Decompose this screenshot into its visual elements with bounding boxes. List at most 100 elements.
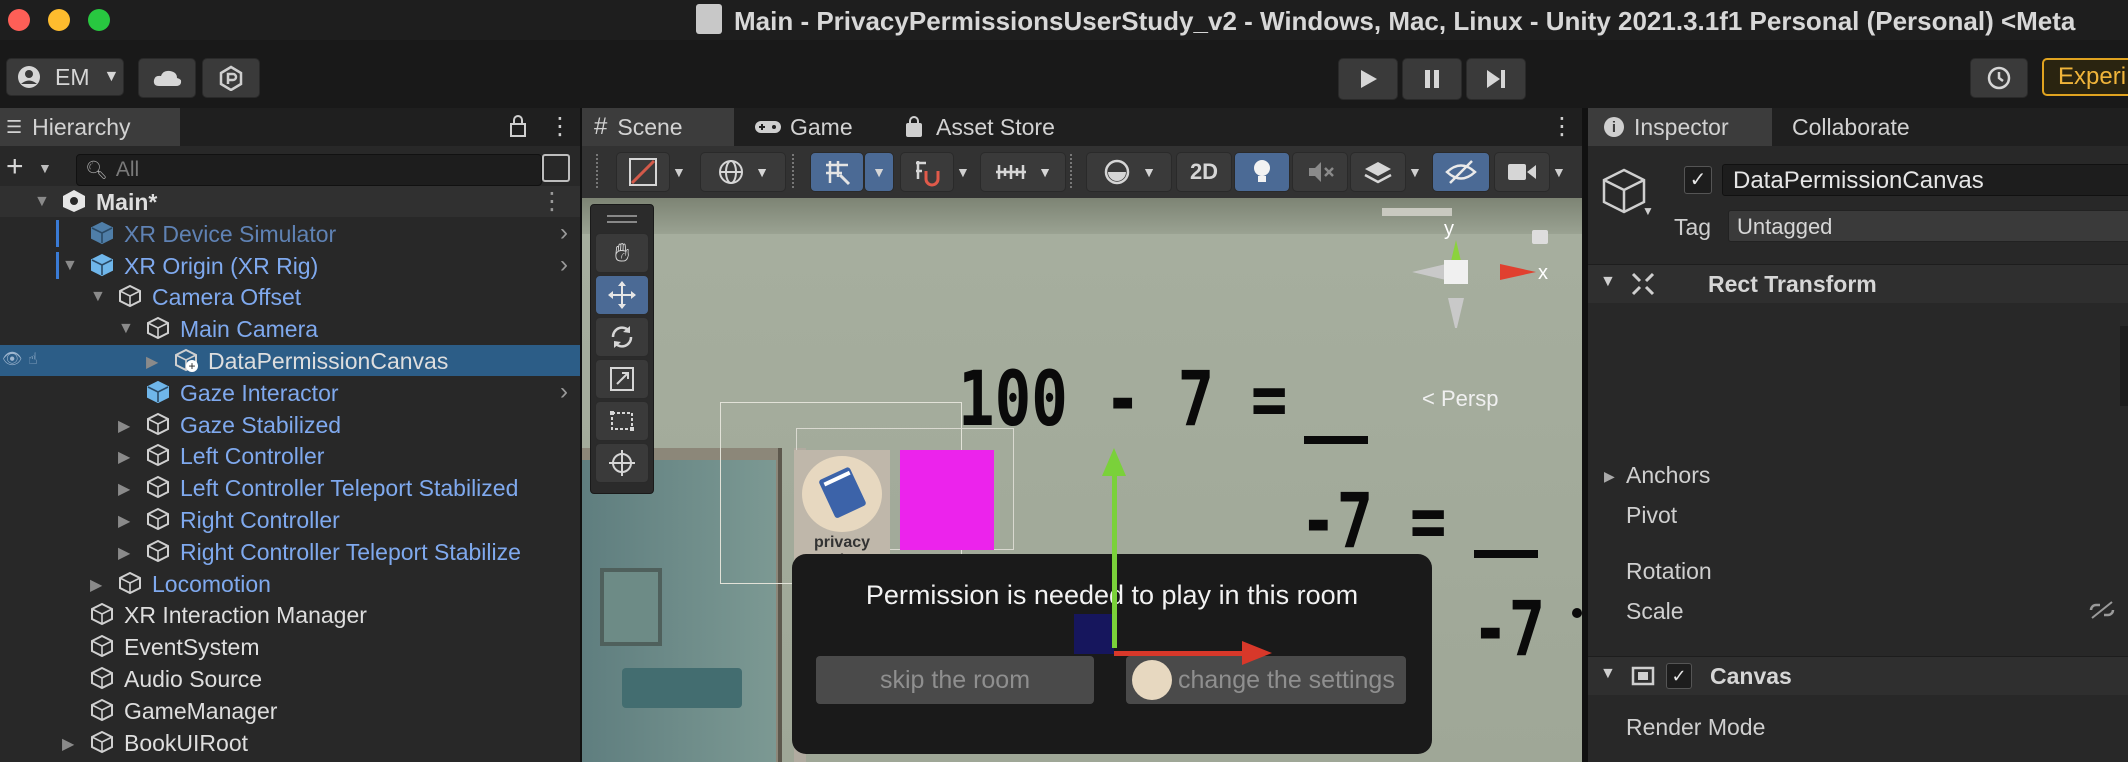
- minimize-window-button[interactable]: [48, 9, 70, 31]
- zoom-window-button[interactable]: [88, 9, 110, 31]
- expand-arrow-right-icon[interactable]: ▶: [118, 416, 130, 436]
- anchors-label[interactable]: Anchors: [1626, 462, 1710, 489]
- chevron-down-icon[interactable]: ▼: [1552, 164, 1566, 180]
- hierarchy-search-input[interactable]: 🔍︎ All: [76, 154, 542, 186]
- pause-button[interactable]: [1402, 58, 1462, 100]
- effects-toggle[interactable]: [1350, 152, 1406, 192]
- scene-viewport[interactable]: ✋︎ privacy settings 100 - 7 = -7 = -7: [582, 198, 1582, 762]
- chevron-down-icon[interactable]: ▼: [672, 164, 686, 180]
- pickable-hand-icon[interactable]: ☝︎: [28, 349, 38, 369]
- hierarchy-row[interactable]: ▼ Camera Offset: [0, 281, 580, 312]
- transform-tool-button[interactable]: [595, 443, 649, 483]
- grid-snap-toggle[interactable]: [810, 152, 864, 192]
- hierarchy-row[interactable]: ▶ Right Controller: [0, 504, 580, 535]
- toggle-2d-button[interactable]: 2D: [1176, 152, 1232, 192]
- expand-arrow-right-icon[interactable]: ▶: [146, 352, 158, 372]
- chevron-down-icon[interactable]: ▼: [38, 160, 52, 176]
- object-name-field[interactable]: DataPermissionCanvas: [1722, 164, 2128, 196]
- hierarchy-row[interactable]: ▼ Main Camera: [0, 313, 580, 344]
- expand-arrow-down-icon[interactable]: ▼: [62, 257, 78, 275]
- chevron-down-icon[interactable]: ▼: [956, 164, 970, 180]
- hierarchy-row[interactable]: ▼ XR Origin (XR Rig) ›: [0, 250, 580, 281]
- x-arrow-icon[interactable]: [1242, 641, 1272, 665]
- expand-arrow-right-icon[interactable]: ▶: [118, 511, 130, 531]
- kebab-menu-icon[interactable]: ⋮: [548, 112, 572, 141]
- step-button[interactable]: [1466, 58, 1526, 100]
- scale-tool-button[interactable]: [595, 359, 649, 399]
- expand-arrow-right-icon[interactable]: ▶: [118, 543, 130, 563]
- lighting-toggle[interactable]: [1234, 152, 1290, 192]
- expand-arrow-down-icon[interactable]: ▼: [118, 320, 134, 338]
- y-axis-handle[interactable]: [1112, 468, 1117, 648]
- history-button[interactable]: [1970, 58, 2028, 98]
- play-button[interactable]: [1338, 58, 1398, 100]
- tag-dropdown[interactable]: Untagged: [1728, 210, 2128, 242]
- hierarchy-row[interactable]: XR Device Simulator ›: [0, 218, 580, 249]
- hand-tool-button[interactable]: ✋︎: [595, 233, 649, 273]
- hierarchy-row[interactable]: XR Interaction Manager: [0, 599, 580, 630]
- tab-hierarchy[interactable]: ☰ Hierarchy: [0, 108, 180, 146]
- cloud-button[interactable]: [138, 58, 196, 98]
- chevron-down-icon[interactable]: ▼: [1408, 164, 1422, 180]
- ruler-dropdown[interactable]: ▼: [980, 152, 1066, 192]
- hierarchy-row[interactable]: Gaze Interactor ›: [0, 377, 580, 408]
- chevron-right-icon[interactable]: ›: [560, 251, 568, 279]
- expand-arrow-down-icon[interactable]: ▼: [90, 288, 106, 306]
- x-axis-handle[interactable]: [1114, 651, 1244, 656]
- hierarchy-row[interactable]: ▶ Left Controller: [0, 440, 580, 471]
- gizmo-lock-icon[interactable]: [1532, 230, 1548, 244]
- render-mode-dropdown[interactable]: ▼: [700, 152, 786, 192]
- visibility-eye-icon[interactable]: 👁︎: [2, 349, 22, 369]
- expand-arrow-right-icon[interactable]: ▶: [118, 447, 130, 467]
- link-broken-icon[interactable]: [2088, 600, 2116, 620]
- increment-snap-toggle[interactable]: [900, 152, 954, 192]
- expand-arrow-right-icon[interactable]: ▶: [118, 479, 130, 499]
- hierarchy-row[interactable]: Audio Source: [0, 663, 580, 694]
- tab-collaborate[interactable]: Collaborate: [1792, 108, 1952, 146]
- hierarchy-row[interactable]: EventSystem: [0, 631, 580, 662]
- audio-toggle[interactable]: [1292, 152, 1348, 192]
- tab-game[interactable]: Game: [754, 108, 874, 146]
- scene-visibility-toggle[interactable]: [1432, 152, 1490, 192]
- hierarchy-row[interactable]: 👁︎ ☝︎ ▶ + DataPermissionCanvas: [0, 345, 580, 376]
- hierarchy-row[interactable]: ▼ Main* ⋮: [0, 186, 580, 217]
- canvas-component-header[interactable]: ▼ ✓ Canvas: [1588, 656, 2128, 695]
- expand-arrow-down-icon[interactable]: ▼: [34, 193, 50, 211]
- chevron-down-icon[interactable]: ▼: [1642, 204, 1654, 218]
- y-arrow-icon[interactable]: [1102, 448, 1126, 476]
- rotate-tool-button[interactable]: [595, 317, 649, 357]
- chevron-right-icon[interactable]: ›: [560, 378, 568, 406]
- hierarchy-row[interactable]: ▶ Left Controller Teleport Stabilized: [0, 472, 580, 503]
- tab-asset-store[interactable]: Asset Store: [904, 108, 1084, 146]
- tab-scene[interactable]: # Scene: [582, 108, 734, 146]
- add-object-button[interactable]: +: [6, 150, 24, 184]
- kebab-menu-icon[interactable]: ⋮: [1550, 112, 1574, 141]
- privacy-settings-button[interactable]: privacy settings: [794, 450, 890, 570]
- account-dropdown[interactable]: EM ▼: [6, 58, 124, 96]
- close-window-button[interactable]: [8, 9, 30, 31]
- maximize-search-icon[interactable]: [542, 154, 570, 182]
- experimental-badge[interactable]: Experi: [2042, 58, 2128, 96]
- gizmos-orientation-dropdown[interactable]: ▼: [1086, 152, 1172, 192]
- lock-icon[interactable]: [508, 114, 528, 144]
- expand-arrow-right-icon[interactable]: ▶: [62, 734, 74, 754]
- perspective-label[interactable]: < Persp: [1422, 386, 1498, 412]
- hierarchy-row[interactable]: ▶ BookUIRoot: [0, 727, 580, 758]
- draw-mode-dropdown[interactable]: [616, 152, 670, 192]
- rect-transform-header[interactable]: ▼ Rect Transform: [1588, 264, 2128, 303]
- hierarchy-row[interactable]: ▶ Gaze Stabilized: [0, 409, 580, 440]
- active-checkbox[interactable]: ✓: [1684, 166, 1712, 194]
- chevron-right-icon[interactable]: ▶: [1604, 468, 1615, 485]
- skip-room-button[interactable]: skip the room: [816, 656, 1094, 704]
- hierarchy-row[interactable]: ▶ Right Controller Teleport Stabilize: [0, 536, 580, 567]
- move-tool-button[interactable]: [595, 275, 649, 315]
- collab-button[interactable]: [202, 58, 260, 98]
- camera-settings-dropdown[interactable]: [1494, 152, 1550, 192]
- tab-inspector[interactable]: i Inspector: [1588, 108, 1772, 146]
- chevron-right-icon[interactable]: ›: [560, 219, 568, 247]
- kebab-menu-icon[interactable]: ⋮: [540, 187, 564, 216]
- hierarchy-row[interactable]: GameManager: [0, 695, 580, 726]
- expand-arrow-right-icon[interactable]: ▶: [90, 575, 102, 595]
- canvas-enabled-checkbox[interactable]: ✓: [1666, 663, 1692, 689]
- rect-tool-button[interactable]: [595, 401, 649, 441]
